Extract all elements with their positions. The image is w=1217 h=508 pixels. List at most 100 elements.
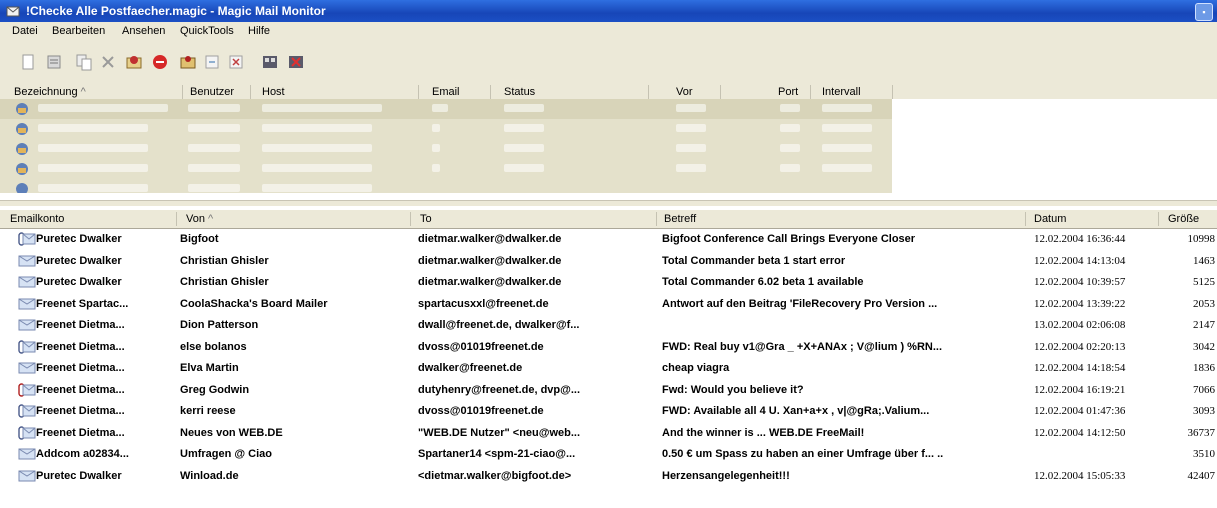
read-icon[interactable] bbox=[178, 52, 198, 72]
mail-account: Freenet Dietma... bbox=[36, 362, 125, 374]
account-icon bbox=[16, 103, 28, 115]
mail-to: spartacusxxl@freenet.de bbox=[418, 298, 549, 310]
mail-date: 12.02.2004 01:47:36 bbox=[1034, 405, 1126, 417]
mail-icon bbox=[18, 448, 36, 460]
mail-subject: And the winner is ... WEB.DE FreeMail! bbox=[662, 427, 865, 439]
menu-hilfe[interactable]: Hilfe bbox=[248, 25, 270, 37]
mail-subject: FWD: Real buy v1@Gra _ +X+ANAx ; V@lium … bbox=[662, 341, 943, 353]
mail-icon bbox=[18, 276, 36, 288]
col-betreff[interactable]: Betreff bbox=[664, 213, 696, 225]
col-intervall[interactable]: Intervall bbox=[822, 86, 861, 98]
mail-to: dietmar.walker@dwalker.de bbox=[418, 233, 562, 245]
delete-mail-icon[interactable] bbox=[226, 52, 246, 72]
mail-size: 3093 bbox=[1193, 405, 1215, 417]
col-groesse[interactable]: Größe bbox=[1168, 213, 1199, 225]
mail-account: Puretec Dwalker bbox=[36, 276, 122, 288]
mail-to: dvoss@01019freenet.de bbox=[418, 405, 544, 417]
mail-to: "WEB.DE Nutzer" <neu@web... bbox=[418, 427, 581, 439]
mail-row[interactable]: Addcom a02834... Umfragen @ Ciao Spartaner… bbox=[0, 444, 1217, 465]
mail-account: Freenet Dietma... bbox=[36, 319, 125, 331]
settings-icon[interactable] bbox=[260, 52, 280, 72]
mail-row[interactable]: Puretec Dwalker Christian Ghisler dietmar.… bbox=[0, 272, 1217, 293]
mail-subject: Fwd: Would you believe it? bbox=[662, 384, 804, 396]
account-icon bbox=[16, 183, 28, 193]
check-mail-icon[interactable] bbox=[124, 52, 144, 72]
copy-icon[interactable] bbox=[74, 52, 94, 72]
mail-to: dvoss@01019freenet.de bbox=[418, 341, 544, 353]
mail-icon bbox=[18, 255, 36, 267]
mail-subject: FWD: Available all 4 U. Xan+a+x , v|@gRa… bbox=[662, 405, 930, 417]
col-status[interactable]: Status bbox=[504, 86, 535, 98]
account-row[interactable] bbox=[0, 179, 892, 193]
col-bezeichnung[interactable]: Bezeichnung ^ bbox=[14, 86, 86, 98]
delete-icon[interactable] bbox=[98, 52, 118, 72]
mail-row[interactable]: Freenet Dietma... Elva Martin dwalker@free… bbox=[0, 358, 1217, 379]
mail-size: 7066 bbox=[1193, 384, 1215, 396]
pane-splitter[interactable] bbox=[0, 200, 1217, 207]
mail-date: 13.02.2004 02:06:08 bbox=[1034, 319, 1126, 331]
mail-row[interactable]: Freenet Dietma... kerri reese dvoss@01019f… bbox=[0, 401, 1217, 422]
sort-asc-icon: ^ bbox=[208, 213, 214, 225]
stop-icon[interactable] bbox=[150, 52, 170, 72]
col-host[interactable]: Host bbox=[262, 86, 285, 98]
mail-to: dutyhenry@freenet.de, dvp@... bbox=[418, 384, 581, 396]
mail-to: dwalker@freenet.de bbox=[418, 362, 523, 374]
mail-subject: Total Commander beta 1 start error bbox=[662, 255, 846, 267]
col-von[interactable]: Von ^ bbox=[186, 213, 213, 225]
mail-from: Bigfoot bbox=[180, 233, 219, 245]
mail-row[interactable]: Puretec Dwalker Winload.de <dietmar.walker… bbox=[0, 466, 1217, 487]
properties-icon[interactable] bbox=[44, 52, 64, 72]
mail-size: 1463 bbox=[1193, 255, 1215, 267]
account-row[interactable] bbox=[0, 139, 892, 159]
mail-row[interactable]: Freenet Dietma... Greg Godwin dutyhenry@fr… bbox=[0, 380, 1217, 401]
mail-size: 5125 bbox=[1193, 276, 1215, 288]
menu-bar: Datei Bearbeiten Ansehen QuickTools Hilf… bbox=[0, 22, 1217, 40]
mail-subject: Total Commander 6.02 beta 1 available bbox=[662, 276, 864, 288]
preview-icon[interactable] bbox=[202, 52, 222, 72]
mail-account: Freenet Dietma... bbox=[36, 341, 125, 353]
mail-row[interactable]: Freenet Spartac... CoolaShacka's Board Ma… bbox=[0, 294, 1217, 315]
col-datum[interactable]: Datum bbox=[1034, 213, 1066, 225]
mail-from: else bolanos bbox=[180, 341, 247, 353]
attachment-mail-icon bbox=[18, 426, 36, 440]
mail-row[interactable]: Freenet Dietma... Neues von WEB.DE "WEB.DE… bbox=[0, 423, 1217, 444]
envelope-app-icon bbox=[6, 6, 20, 17]
col-email[interactable]: Email bbox=[432, 86, 460, 98]
mail-to: <dietmar.walker@bigfoot.de> bbox=[418, 470, 572, 482]
mail-size: 1836 bbox=[1193, 362, 1215, 374]
mail-from: Greg Godwin bbox=[180, 384, 250, 396]
col-port[interactable]: Port bbox=[778, 86, 798, 98]
account-row[interactable] bbox=[0, 159, 892, 179]
col-emailkonto[interactable]: Emailkonto bbox=[10, 213, 64, 225]
account-row[interactable] bbox=[0, 119, 892, 139]
title-bar: !Checke Alle Postfaecher.magic - Magic M… bbox=[0, 0, 1217, 22]
menu-datei[interactable]: Datei bbox=[12, 25, 38, 37]
col-benutzer[interactable]: Benutzer bbox=[190, 86, 234, 98]
mail-list: Puretec Dwalker Bigfoot dietmar.walker@dwa… bbox=[0, 229, 1217, 508]
mail-from: Neues von WEB.DE bbox=[180, 427, 283, 439]
mail-to: dietmar.walker@dwalker.de bbox=[418, 276, 562, 288]
mail-row[interactable]: Freenet Dietma... Dion Patterson dwall@fre… bbox=[0, 315, 1217, 336]
mail-size: 36737 bbox=[1187, 427, 1216, 439]
account-row[interactable] bbox=[0, 99, 892, 119]
menu-quicktools[interactable]: QuickTools bbox=[180, 25, 234, 37]
col-vor[interactable]: Vor bbox=[676, 86, 693, 98]
mail-size: 3042 bbox=[1193, 341, 1215, 353]
window-close-button[interactable]: ▪ bbox=[1195, 3, 1213, 21]
attachment-mail-icon bbox=[18, 340, 36, 354]
mail-row[interactable]: Puretec Dwalker Christian Ghisler dietmar.… bbox=[0, 251, 1217, 272]
mail-date: 12.02.2004 10:39:57 bbox=[1034, 276, 1126, 288]
menu-bearbeiten[interactable]: Bearbeiten bbox=[52, 25, 105, 37]
mail-row[interactable]: Puretec Dwalker Bigfoot dietmar.walker@dwa… bbox=[0, 229, 1217, 250]
mail-account: Freenet Dietma... bbox=[36, 427, 125, 439]
mail-account: Puretec Dwalker bbox=[36, 233, 122, 245]
mail-row[interactable]: Freenet Dietma... else bolanos dvoss@01019… bbox=[0, 337, 1217, 358]
mail-subject: Bigfoot Conference Call Brings Everyone … bbox=[662, 233, 916, 245]
close-icon[interactable] bbox=[286, 52, 306, 72]
col-to[interactable]: To bbox=[420, 213, 432, 225]
new-icon[interactable] bbox=[18, 52, 38, 72]
mail-from: Christian Ghisler bbox=[180, 276, 269, 288]
menu-ansehen[interactable]: Ansehen bbox=[122, 25, 165, 37]
mail-from: kerri reese bbox=[180, 405, 236, 417]
mail-date: 12.02.2004 15:05:33 bbox=[1034, 470, 1126, 482]
